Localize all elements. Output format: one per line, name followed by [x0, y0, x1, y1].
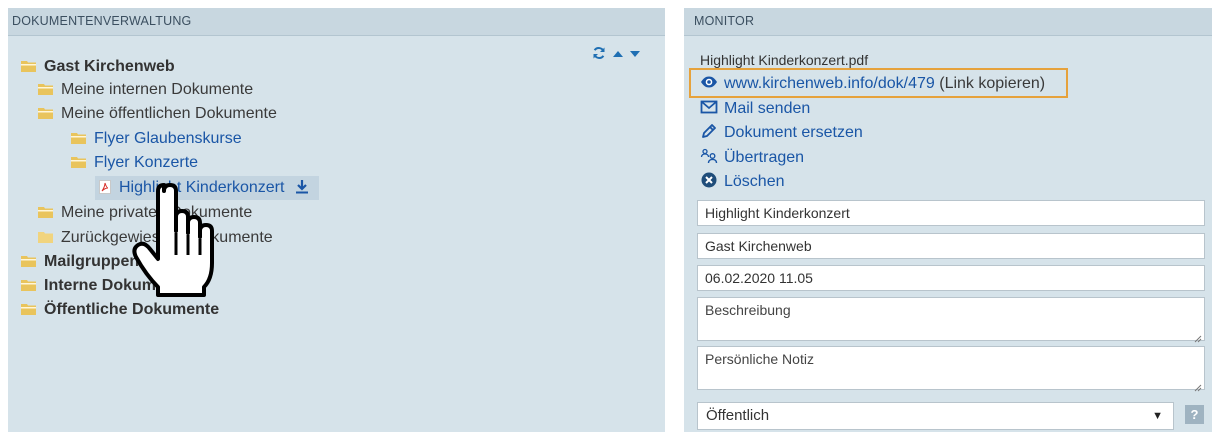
download-icon[interactable]: [295, 178, 309, 202]
resize-handle-icon[interactable]: [1194, 330, 1202, 343]
folder-open-icon: [38, 206, 53, 218]
resize-handle-icon[interactable]: [1194, 379, 1202, 392]
send-mail-action[interactable]: Mail senden: [700, 98, 810, 118]
note-placeholder: Persönliche Notiz: [705, 351, 814, 367]
hand-pointer-cursor-icon: [128, 183, 218, 303]
tree-item-gast-kirchenweb[interactable]: Gast Kirchenweb: [21, 55, 175, 79]
panel-title: DOKUMENTENVERWALTUNG: [8, 8, 665, 36]
transfer-users-icon: [700, 147, 718, 165]
tree-item-flyer-glaubenskurse[interactable]: Flyer Glaubenskurse: [71, 127, 242, 151]
description-field[interactable]: Beschreibung: [697, 297, 1205, 343]
folder-closed-icon: [38, 231, 53, 243]
tree-item-internal[interactable]: Meine internen Dokumente: [38, 78, 253, 102]
action-label: Dokument ersetzen: [724, 124, 863, 141]
folder-open-icon: [38, 107, 53, 119]
description-placeholder: Beschreibung: [705, 302, 791, 318]
folder-open-icon: [38, 83, 53, 95]
date-field[interactable]: 06.02.2020 11.05: [697, 265, 1205, 291]
delete-circle-icon: [700, 171, 718, 189]
title-field[interactable]: Highlight Kinderkonzert: [697, 200, 1205, 226]
folder-open-icon: [21, 303, 36, 315]
move-down-icon[interactable]: [629, 48, 641, 63]
owner-field[interactable]: Gast Kirchenweb: [697, 233, 1205, 259]
link-url[interactable]: www.kirchenweb.info/dok/479: [724, 75, 935, 92]
folder-open-icon: [21, 279, 36, 291]
tree-item-mailgruppen[interactable]: Mailgruppen: [21, 250, 139, 274]
copy-link-button[interactable]: (Link kopieren): [939, 75, 1045, 92]
public-link[interactable]: www.kirchenweb.info/dok/479 (Link kopier…: [700, 73, 1045, 93]
envelope-icon: [700, 98, 718, 116]
refresh-icon[interactable]: [592, 46, 606, 63]
folder-open-icon: [21, 255, 36, 267]
tree-item-label: Gast Kirchenweb: [44, 58, 175, 75]
folder-open-icon: [71, 156, 86, 168]
tree-item-flyer-konzerte[interactable]: Flyer Konzerte: [71, 151, 198, 175]
folder-open-icon: [21, 60, 36, 72]
action-label: Übertragen: [724, 149, 805, 166]
delete-action[interactable]: Löschen: [700, 171, 785, 191]
transfer-action[interactable]: Übertragen: [700, 147, 804, 167]
tree-item-public[interactable]: Meine öffentlichen Dokumente: [38, 102, 277, 126]
tree-item-label: Meine öffentlichen Dokumente: [61, 105, 277, 122]
action-label: Mail senden: [724, 100, 811, 117]
tree-item-label: Mailgruppen: [44, 253, 140, 270]
panel-title: MONITOR: [684, 8, 1212, 36]
dropdown-arrow-icon: ▼: [1152, 410, 1163, 422]
pdf-file-icon: [99, 178, 111, 194]
action-label: Löschen: [724, 173, 785, 190]
tree-item-label: Meine internen Dokumente: [61, 81, 254, 98]
tree-item-label: Öffentliche Dokumente: [44, 301, 220, 318]
visibility-value: Öffentlich: [706, 407, 770, 424]
move-up-icon[interactable]: [612, 48, 624, 63]
personal-note-field[interactable]: Persönliche Notiz: [697, 346, 1205, 392]
tree-item-label: Flyer Konzerte: [94, 154, 199, 171]
visibility-select[interactable]: Öffentlich ▼: [697, 402, 1174, 430]
pencil-icon: [700, 122, 718, 140]
replace-document-action[interactable]: Dokument ersetzen: [700, 122, 863, 142]
tree-toolbar: [592, 46, 643, 63]
help-button[interactable]: ?: [1185, 405, 1204, 424]
eye-icon: [700, 73, 718, 91]
folder-open-icon: [71, 132, 86, 144]
selected-filename: Highlight Kinderkonzert.pdf: [700, 52, 869, 68]
tree-item-label: Flyer Glaubenskurse: [94, 130, 242, 147]
